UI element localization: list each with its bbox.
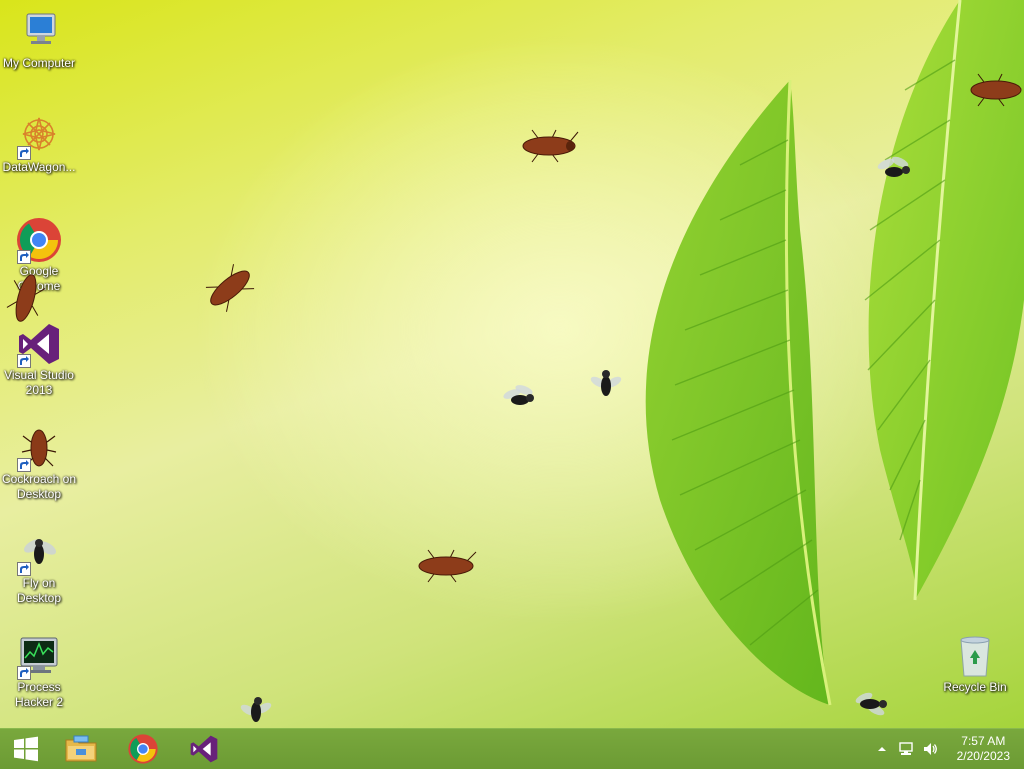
network-tray-button[interactable] (898, 741, 914, 757)
cockroach-sprite (205, 264, 255, 312)
shortcut-arrow-icon (17, 666, 31, 680)
wallpaper-leaves (645, 0, 1024, 706)
desktop-icon-my-computer[interactable]: My Computer (0, 8, 78, 71)
chevron-up-icon (878, 747, 886, 751)
desktop-icon-label: Cockroach on Desktop (1, 472, 77, 501)
shortcut-arrow-icon (17, 146, 31, 160)
shortcut-arrow-icon (17, 354, 31, 368)
datawagon-logo-icon (15, 112, 63, 160)
fly-icon (15, 528, 63, 576)
fly-sprite (503, 385, 534, 405)
cockroach-icon (15, 424, 63, 472)
clock[interactable]: 7:57 AM 2/20/2023 (957, 734, 1010, 764)
desktop-icon-label: Fly on Desktop (16, 576, 62, 605)
desktop-icon-label: Process Hacker 2 (14, 680, 64, 709)
fly-sprite (877, 156, 910, 177)
file-explorer-icon (65, 735, 97, 762)
clock-date: 2/20/2023 (956, 749, 1010, 763)
taskbar-file-explorer[interactable] (55, 729, 107, 769)
process-hacker-icon (15, 632, 63, 680)
desktop-icon-cockroach-on-desktop[interactable]: Cockroach on Desktop (0, 424, 78, 502)
windows-logo-icon (14, 736, 38, 762)
fly-sprite (590, 370, 622, 396)
speaker-icon (924, 743, 937, 755)
fly-sprite (240, 697, 272, 722)
desktop-icon-label: Visual Studio 2013 (4, 368, 74, 397)
network-icon (899, 742, 913, 755)
visual-studio-icon (190, 735, 218, 763)
chrome-icon (15, 216, 63, 264)
desktop-icon-label: Recycle Bin (943, 680, 1007, 694)
show-hidden-icons-button[interactable] (874, 741, 890, 757)
start-button[interactable] (0, 729, 52, 769)
recycle-bin-icon (951, 632, 999, 680)
volume-tray-button[interactable] (922, 741, 938, 757)
desktop-icon-label: My Computer (2, 56, 76, 70)
fly-sprite (855, 692, 887, 716)
desktop-icon-visual-studio-2013[interactable]: Visual Studio 2013 (0, 320, 78, 398)
taskbar-visual-studio[interactable] (178, 729, 230, 769)
desktop[interactable]: My Computer DataWagon... Google Chrome V… (0, 0, 1024, 728)
desktop-icon-fly-on-desktop[interactable]: Fly on Desktop (0, 528, 78, 606)
cockroach-sprite (522, 129, 579, 163)
shortcut-arrow-icon (17, 562, 31, 576)
cockroach-sprite (6, 274, 46, 322)
desktop-icon-recycle-bin[interactable]: Recycle Bin (936, 632, 1014, 695)
clock-time: 7:57 AM (961, 734, 1006, 748)
cockroach-sprite (418, 549, 477, 583)
cockroach-sprite (970, 73, 1022, 107)
desktop-icon-datawagon[interactable]: DataWagon... (0, 112, 78, 175)
shortcut-arrow-icon (17, 458, 31, 472)
shortcut-arrow-icon (17, 250, 31, 264)
desktop-icon-process-hacker-2[interactable]: Process Hacker 2 (0, 632, 78, 710)
chrome-icon (128, 734, 158, 764)
taskbar: 7:57 AM 2/20/2023 (0, 728, 1024, 769)
taskbar-chrome[interactable] (117, 729, 169, 769)
computer-icon (15, 8, 63, 56)
desktop-icon-label: DataWagon... (2, 160, 76, 174)
